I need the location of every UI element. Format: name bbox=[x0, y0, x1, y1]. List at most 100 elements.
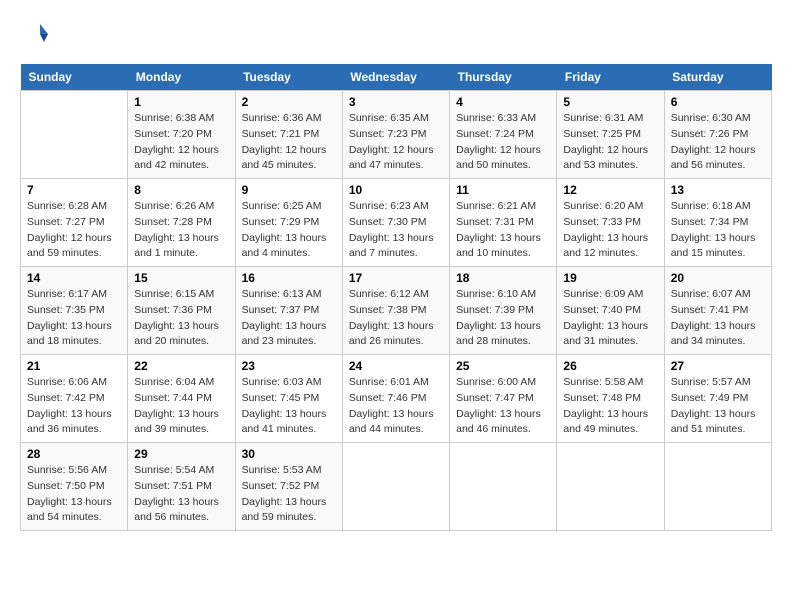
day-detail: Sunrise: 6:25 AM Sunset: 7:29 PM Dayligh… bbox=[242, 199, 336, 262]
calendar-header-sunday: Sunday bbox=[21, 64, 128, 91]
calendar-cell: 16 Sunrise: 6:13 AM Sunset: 7:37 PM Dayli… bbox=[235, 267, 342, 355]
calendar-header-friday: Friday bbox=[557, 64, 664, 91]
calendar-cell bbox=[450, 443, 557, 531]
calendar-cell: 5 Sunrise: 6:31 AM Sunset: 7:25 PM Daylig… bbox=[557, 91, 664, 179]
calendar-header-tuesday: Tuesday bbox=[235, 64, 342, 91]
calendar-cell: 4 Sunrise: 6:33 AM Sunset: 7:24 PM Daylig… bbox=[450, 91, 557, 179]
calendar-cell bbox=[21, 91, 128, 179]
day-detail: Sunrise: 6:23 AM Sunset: 7:30 PM Dayligh… bbox=[349, 199, 443, 262]
day-number: 17 bbox=[349, 271, 443, 285]
calendar-cell bbox=[557, 443, 664, 531]
day-detail: Sunrise: 6:30 AM Sunset: 7:26 PM Dayligh… bbox=[671, 111, 765, 174]
day-number: 15 bbox=[134, 271, 228, 285]
day-number: 21 bbox=[27, 359, 121, 373]
day-detail: Sunrise: 6:36 AM Sunset: 7:21 PM Dayligh… bbox=[242, 111, 336, 174]
day-number: 3 bbox=[349, 95, 443, 109]
day-detail: Sunrise: 6:17 AM Sunset: 7:35 PM Dayligh… bbox=[27, 287, 121, 350]
calendar-week-row: 7 Sunrise: 6:28 AM Sunset: 7:27 PM Daylig… bbox=[21, 179, 772, 267]
calendar-week-row: 1Sunrise: 6:38 AM Sunset: 7:20 PM Daylig… bbox=[21, 91, 772, 179]
day-detail: Sunrise: 5:57 AM Sunset: 7:49 PM Dayligh… bbox=[671, 375, 765, 438]
day-detail: Sunrise: 6:10 AM Sunset: 7:39 PM Dayligh… bbox=[456, 287, 550, 350]
day-detail: Sunrise: 5:56 AM Sunset: 7:50 PM Dayligh… bbox=[27, 463, 121, 526]
calendar-cell: 1Sunrise: 6:38 AM Sunset: 7:20 PM Daylig… bbox=[128, 91, 235, 179]
day-detail: Sunrise: 6:15 AM Sunset: 7:36 PM Dayligh… bbox=[134, 287, 228, 350]
day-number: 29 bbox=[134, 447, 228, 461]
day-number: 12 bbox=[563, 183, 657, 197]
day-number: 6 bbox=[671, 95, 765, 109]
day-detail: Sunrise: 6:07 AM Sunset: 7:41 PM Dayligh… bbox=[671, 287, 765, 350]
day-number: 1 bbox=[134, 95, 228, 109]
calendar-week-row: 28 Sunrise: 5:56 AM Sunset: 7:50 PM Dayli… bbox=[21, 443, 772, 531]
calendar-header-monday: Monday bbox=[128, 64, 235, 91]
day-detail: Sunrise: 5:54 AM Sunset: 7:51 PM Dayligh… bbox=[134, 463, 228, 526]
day-number: 4 bbox=[456, 95, 550, 109]
day-number: 14 bbox=[27, 271, 121, 285]
day-number: 23 bbox=[242, 359, 336, 373]
day-detail: Sunrise: 6:13 AM Sunset: 7:37 PM Dayligh… bbox=[242, 287, 336, 350]
calendar-cell: 20 Sunrise: 6:07 AM Sunset: 7:41 PM Dayli… bbox=[664, 267, 771, 355]
day-number: 9 bbox=[242, 183, 336, 197]
calendar-cell: 8Sunrise: 6:26 AM Sunset: 7:28 PM Daylig… bbox=[128, 179, 235, 267]
day-number: 20 bbox=[671, 271, 765, 285]
day-number: 27 bbox=[671, 359, 765, 373]
day-detail: Sunrise: 6:18 AM Sunset: 7:34 PM Dayligh… bbox=[671, 199, 765, 262]
calendar-cell: 2 Sunrise: 6:36 AM Sunset: 7:21 PM Daylig… bbox=[235, 91, 342, 179]
calendar-cell bbox=[342, 443, 449, 531]
calendar-cell: 19 Sunrise: 6:09 AM Sunset: 7:40 PM Dayli… bbox=[557, 267, 664, 355]
calendar-cell: 28 Sunrise: 5:56 AM Sunset: 7:50 PM Dayli… bbox=[21, 443, 128, 531]
logo bbox=[20, 20, 54, 48]
day-number: 8 bbox=[134, 183, 228, 197]
day-detail: Sunrise: 6:12 AM Sunset: 7:38 PM Dayligh… bbox=[349, 287, 443, 350]
day-number: 25 bbox=[456, 359, 550, 373]
page-header bbox=[20, 20, 772, 48]
day-number: 26 bbox=[563, 359, 657, 373]
day-detail: Sunrise: 5:58 AM Sunset: 7:48 PM Dayligh… bbox=[563, 375, 657, 438]
calendar-cell bbox=[664, 443, 771, 531]
calendar-cell: 24Sunrise: 6:01 AM Sunset: 7:46 PM Dayli… bbox=[342, 355, 449, 443]
calendar-cell: 22Sunrise: 6:04 AM Sunset: 7:44 PM Dayli… bbox=[128, 355, 235, 443]
day-detail: Sunrise: 6:33 AM Sunset: 7:24 PM Dayligh… bbox=[456, 111, 550, 174]
day-number: 22 bbox=[134, 359, 228, 373]
logo-icon bbox=[20, 20, 48, 48]
calendar-header-thursday: Thursday bbox=[450, 64, 557, 91]
day-number: 28 bbox=[27, 447, 121, 461]
calendar-cell: 14 Sunrise: 6:17 AM Sunset: 7:35 PM Dayli… bbox=[21, 267, 128, 355]
day-number: 2 bbox=[242, 95, 336, 109]
calendar-cell: 9 Sunrise: 6:25 AM Sunset: 7:29 PM Daylig… bbox=[235, 179, 342, 267]
day-number: 13 bbox=[671, 183, 765, 197]
calendar-cell: 29 Sunrise: 5:54 AM Sunset: 7:51 PM Dayli… bbox=[128, 443, 235, 531]
day-number: 10 bbox=[349, 183, 443, 197]
day-number: 30 bbox=[242, 447, 336, 461]
day-number: 5 bbox=[563, 95, 657, 109]
calendar-cell: 25Sunrise: 6:00 AM Sunset: 7:47 PM Dayli… bbox=[450, 355, 557, 443]
day-detail: Sunrise: 6:03 AM Sunset: 7:45 PM Dayligh… bbox=[242, 375, 336, 438]
calendar-cell: 15 Sunrise: 6:15 AM Sunset: 7:36 PM Dayli… bbox=[128, 267, 235, 355]
day-detail: Sunrise: 6:21 AM Sunset: 7:31 PM Dayligh… bbox=[456, 199, 550, 262]
day-detail: Sunrise: 6:28 AM Sunset: 7:27 PM Dayligh… bbox=[27, 199, 121, 262]
day-detail: Sunrise: 6:31 AM Sunset: 7:25 PM Dayligh… bbox=[563, 111, 657, 174]
calendar-cell: 18 Sunrise: 6:10 AM Sunset: 7:39 PM Dayli… bbox=[450, 267, 557, 355]
calendar-header-saturday: Saturday bbox=[664, 64, 771, 91]
day-detail: Sunrise: 6:06 AM Sunset: 7:42 PM Dayligh… bbox=[27, 375, 121, 438]
calendar-cell: 27 Sunrise: 5:57 AM Sunset: 7:49 PM Dayli… bbox=[664, 355, 771, 443]
day-detail: Sunrise: 6:09 AM Sunset: 7:40 PM Dayligh… bbox=[563, 287, 657, 350]
calendar-week-row: 14 Sunrise: 6:17 AM Sunset: 7:35 PM Dayli… bbox=[21, 267, 772, 355]
calendar-cell: 6 Sunrise: 6:30 AM Sunset: 7:26 PM Daylig… bbox=[664, 91, 771, 179]
day-detail: Sunrise: 6:01 AM Sunset: 7:46 PM Dayligh… bbox=[349, 375, 443, 438]
calendar-cell: 17 Sunrise: 6:12 AM Sunset: 7:38 PM Dayli… bbox=[342, 267, 449, 355]
calendar-cell: 30 Sunrise: 5:53 AM Sunset: 7:52 PM Dayli… bbox=[235, 443, 342, 531]
calendar-table: SundayMondayTuesdayWednesdayThursdayFrid… bbox=[20, 64, 772, 531]
calendar-cell: 10 Sunrise: 6:23 AM Sunset: 7:30 PM Dayli… bbox=[342, 179, 449, 267]
day-number: 16 bbox=[242, 271, 336, 285]
day-number: 19 bbox=[563, 271, 657, 285]
calendar-cell: 23 Sunrise: 6:03 AM Sunset: 7:45 PM Dayli… bbox=[235, 355, 342, 443]
calendar-cell: 3Sunrise: 6:35 AM Sunset: 7:23 PM Daylig… bbox=[342, 91, 449, 179]
calendar-cell: 21 Sunrise: 6:06 AM Sunset: 7:42 PM Dayli… bbox=[21, 355, 128, 443]
day-number: 7 bbox=[27, 183, 121, 197]
calendar-week-row: 21 Sunrise: 6:06 AM Sunset: 7:42 PM Dayli… bbox=[21, 355, 772, 443]
day-detail: Sunrise: 5:53 AM Sunset: 7:52 PM Dayligh… bbox=[242, 463, 336, 526]
calendar-cell: 13 Sunrise: 6:18 AM Sunset: 7:34 PM Dayli… bbox=[664, 179, 771, 267]
calendar-cell: 12Sunrise: 6:20 AM Sunset: 7:33 PM Dayli… bbox=[557, 179, 664, 267]
day-number: 18 bbox=[456, 271, 550, 285]
day-number: 11 bbox=[456, 183, 550, 197]
